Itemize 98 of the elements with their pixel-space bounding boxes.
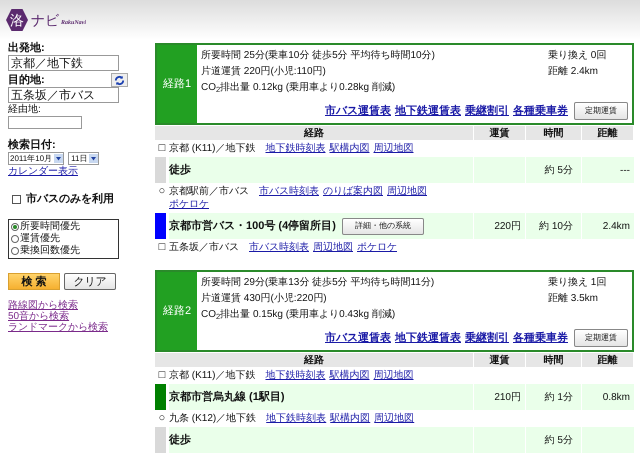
logo-text: ナビ xyxy=(31,10,59,30)
clear-button[interactable]: クリア xyxy=(64,272,116,290)
link[interactable]: 市バス運賃表 xyxy=(325,330,391,346)
segment-name: 徒歩 xyxy=(169,432,191,448)
route-badge: 経路1 xyxy=(157,45,197,123)
column-header: 距離 xyxy=(582,126,634,140)
search-button[interactable]: 検 索 xyxy=(8,272,60,290)
logo-mark: 洛 xyxy=(6,9,28,31)
link[interactable]: 周辺地図 xyxy=(387,185,427,198)
dropdown-caret-icon xyxy=(89,154,98,163)
station-name: 京都駅前／市バス xyxy=(169,185,249,198)
calendar-link[interactable]: カレンダー表示 xyxy=(8,165,155,178)
column-header: 運賃 xyxy=(474,353,526,367)
checkbox-label: 市バスのみを利用 xyxy=(26,192,114,207)
co2-text: CO$_{2}$排出量 0.12kg (乗用車より0.28kg 削減) xyxy=(201,80,396,96)
link[interactable]: ポケロケ xyxy=(357,241,397,254)
link[interactable]: 周辺地図 xyxy=(374,412,414,425)
segment-name: 京都市営バス・100号 (4停留所目) xyxy=(169,218,336,234)
link[interactable]: 駅構内図 xyxy=(330,142,370,155)
commuter-fare-button[interactable]: 定期運賃 xyxy=(574,102,628,120)
distance-summary-text: 距離 3.5km xyxy=(548,292,600,306)
search-link[interactable]: ランドマークから検索 xyxy=(8,322,155,332)
link[interactable]: 駅構内図 xyxy=(330,412,370,425)
column-header: 経路 xyxy=(155,126,474,140)
details-button[interactable]: 詳細・他の系統 xyxy=(342,218,424,234)
transfers-text: 乗り換え 0回 xyxy=(548,48,608,63)
field-label: 出発地: xyxy=(8,41,46,55)
table-cell: 約 10分 xyxy=(526,213,582,239)
link[interactable]: 各種乗車券 xyxy=(513,330,568,346)
column-header: 距離 xyxy=(582,353,634,367)
search-link[interactable]: 50音から検索 xyxy=(8,310,155,322)
link[interactable]: 地下鉄運賃表 xyxy=(395,330,461,346)
day-select[interactable]: 11日 xyxy=(68,152,100,165)
link[interactable]: のりば案内図 xyxy=(323,185,383,198)
checkbox[interactable] xyxy=(12,194,21,204)
radio-label: 運賃優先 xyxy=(20,232,60,244)
travel-time-text: 所要時間 25分(乗車10分 徒歩5分 平均待ち時間10分) xyxy=(201,48,435,63)
link[interactable]: 市バス時刻表 xyxy=(259,185,319,198)
distance-summary-text: 距離 2.4km xyxy=(548,65,600,79)
field-label: 目的地: xyxy=(8,73,45,87)
link[interactable]: ポケロケ xyxy=(169,198,209,211)
station-marker: □ xyxy=(158,241,166,253)
link[interactable]: 市バス運賃表 xyxy=(325,103,391,119)
field-label: 経由地: xyxy=(8,103,42,116)
fare-summary-text: 片道運賃 220円(小児:110円) xyxy=(201,64,327,79)
dropdown-caret-icon xyxy=(54,154,64,163)
column-header: 時間 xyxy=(526,126,582,140)
month-select[interactable]: 2011年10月 xyxy=(8,152,64,165)
commuter-fare-button[interactable]: 定期運賃 xyxy=(574,329,628,347)
table-cell: 210円 xyxy=(474,384,526,410)
station-name: 京都 (K11)／地下鉄 xyxy=(169,369,256,382)
search-link[interactable]: 路線図から検索 xyxy=(8,300,155,310)
link[interactable]: 駅構内図 xyxy=(330,369,370,382)
travel-time-text: 所要時間 29分(乗車13分 徒歩5分 平均待ち時間11分) xyxy=(201,276,434,290)
radio-button[interactable] xyxy=(11,246,19,254)
station-marker: □ xyxy=(158,142,166,154)
radio-label: 乗換回数優先 xyxy=(20,244,80,256)
column-header: 運賃 xyxy=(474,126,526,140)
station-marker: ○ xyxy=(158,185,166,197)
segment-name: 京都市営烏丸線 (1駅目) xyxy=(169,390,284,405)
link[interactable]: 乗継割引 xyxy=(465,103,509,119)
table-cell: 0.8km xyxy=(582,384,634,410)
table-cell: 約 5分 xyxy=(526,157,582,183)
station-name: 五条坂／市バス xyxy=(169,241,239,254)
fare-summary-text: 片道運賃 430円(小児:220円) xyxy=(201,292,328,306)
co2-text: CO$_{2}$排出量 0.15kg (乗用車より0.43kg 削減) xyxy=(201,308,396,323)
column-header: 時間 xyxy=(526,353,582,367)
table-cell: --- xyxy=(582,157,634,183)
link[interactable]: 周辺地図 xyxy=(313,241,353,254)
destination-field[interactable]: 五条坂／市バス xyxy=(8,87,119,103)
link[interactable]: 周辺地図 xyxy=(374,369,414,382)
field-label: 検索日付: xyxy=(8,138,57,152)
radio-label: 所要時間優先 xyxy=(20,220,80,232)
link[interactable]: 市バス時刻表 xyxy=(249,241,309,254)
station-name: 九条 (K12)／地下鉄 xyxy=(169,412,256,425)
segment-name: 徒歩 xyxy=(169,162,191,178)
station-marker: □ xyxy=(158,369,166,381)
radio-button[interactable] xyxy=(11,222,19,230)
table-cell: 約 5分 xyxy=(526,427,582,453)
swap-icon[interactable] xyxy=(111,73,128,87)
origin-field[interactable]: 京都／地下鉄 xyxy=(8,55,119,71)
table-cell: 220円 xyxy=(474,213,526,239)
route-badge: 経路2 xyxy=(157,272,197,350)
via-field[interactable] xyxy=(8,116,82,129)
link[interactable]: 地下鉄時刻表 xyxy=(266,412,326,425)
transfers-text: 乗り換え 1回 xyxy=(548,276,608,290)
station-name: 京都 (K11)／地下鉄 xyxy=(169,142,256,155)
table-cell: 約 1分 xyxy=(526,384,582,410)
column-header: 経路 xyxy=(155,353,474,367)
link[interactable]: 地下鉄運賃表 xyxy=(395,103,461,119)
radio-button[interactable] xyxy=(11,234,19,242)
link[interactable]: 地下鉄時刻表 xyxy=(266,369,326,382)
table-cell: 2.4km xyxy=(582,213,634,239)
link[interactable]: 周辺地図 xyxy=(374,142,414,155)
station-marker: ○ xyxy=(158,412,166,424)
link[interactable]: 地下鉄時刻表 xyxy=(266,142,326,155)
link[interactable]: 各種乗車券 xyxy=(513,103,568,119)
link[interactable]: 乗継割引 xyxy=(465,330,509,346)
